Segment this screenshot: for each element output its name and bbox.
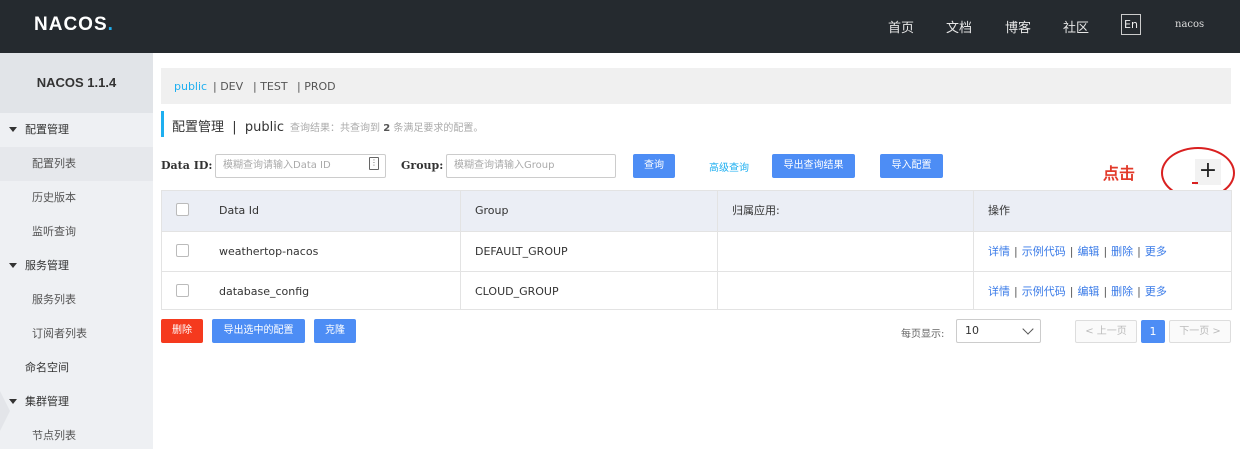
data-id-label: Data ID: (161, 159, 213, 172)
column-header-group[interactable]: Group (475, 191, 509, 230)
prev-page-button[interactable]: < 上一页 (1075, 320, 1137, 343)
language-toggle-button[interactable]: En (1121, 14, 1141, 35)
sidebar-group-cluster[interactable]: 集群管理 (0, 385, 153, 419)
column-header-actions: 操作 (988, 204, 1010, 217)
namespace-bar: public | DEV | TEST | PROD (161, 68, 1231, 104)
sidebar-item-history[interactable]: 历史版本 (0, 181, 153, 215)
column-divider (717, 191, 718, 309)
sidebar-item-subscribers[interactable]: 订阅者列表 (0, 317, 153, 351)
sidebar-group-config[interactable]: 配置管理 (0, 113, 153, 147)
row-checkbox[interactable] (176, 244, 189, 257)
page-title: 配置管理 | public (172, 120, 285, 135)
row-actions: 详情 | 示例代码 | 编辑 | 删除 | 更多 (988, 245, 1167, 258)
tab-public[interactable]: public (174, 80, 207, 93)
page-number-current[interactable]: 1 (1141, 320, 1165, 343)
more-link[interactable]: 更多 (1145, 285, 1167, 298)
nav-home[interactable]: 首页 (888, 17, 914, 36)
caret-down-icon (9, 263, 17, 268)
column-header-app[interactable]: 归属应用: (732, 191, 780, 230)
sidebar: NACOS 1.1.4 配置管理 配置列表 历史版本 监听查询 服务管理 服务列… (0, 53, 153, 449)
sidebar-item-listener-query[interactable]: 监听查询 (0, 215, 153, 249)
annotation-click-text: 点击 (1103, 164, 1136, 183)
row-checkbox[interactable] (176, 284, 189, 297)
chevron-down-icon (1022, 323, 1034, 335)
sidebar-item-service-list[interactable]: 服务列表 (0, 283, 153, 317)
annotation-mark (1192, 182, 1198, 184)
document-icon[interactable]: ⋮ (369, 157, 379, 170)
caret-down-icon (9, 127, 17, 132)
clone-button[interactable]: 克隆 (314, 319, 356, 343)
delete-link[interactable]: 删除 (1111, 245, 1133, 258)
sidebar-item-config-list[interactable]: 配置列表 (0, 147, 153, 181)
title-accent-bar (161, 111, 164, 137)
config-table: Data Id Group 归属应用: 操作 weathertop-nacos … (161, 190, 1232, 310)
sidebar-group-service[interactable]: 服务管理 (0, 249, 153, 283)
page-size-label: 每页显示: (901, 329, 945, 340)
import-config-button[interactable]: 导入配置 (880, 154, 943, 178)
caret-down-icon (9, 399, 17, 404)
nacos-logo[interactable]: NACOS. (34, 14, 114, 36)
table-row: database_config CLOUD_GROUP 详情 | 示例代码 | 编辑 | 删… (162, 271, 1231, 311)
export-selected-button[interactable]: 导出选中的配置 (212, 319, 305, 343)
export-query-button[interactable]: 导出查询结果 (772, 154, 855, 178)
page-size-select[interactable]: 10 (956, 319, 1041, 343)
add-config-button[interactable]: + (1195, 159, 1221, 185)
table-header: Data Id Group 归属应用: 操作 (162, 191, 1231, 231)
edit-link[interactable]: 编辑 (1077, 245, 1099, 258)
tab-prod[interactable]: | PROD (297, 80, 336, 93)
tab-test[interactable]: | TEST (253, 80, 288, 93)
group-input[interactable]: 模糊查询请输入Group (446, 154, 616, 178)
cell-data-id: database_config (219, 285, 310, 298)
sample-code-link[interactable]: 示例代码 (1022, 245, 1066, 258)
column-header-data-id[interactable]: Data Id (219, 191, 259, 230)
detail-link[interactable]: 详情 (988, 285, 1010, 298)
table-row: weathertop-nacos DEFAULT_GROUP 详情 | 示例代码 | 编… (162, 231, 1231, 271)
nav-docs[interactable]: 文档 (946, 17, 972, 36)
advanced-query-link[interactable]: 高级查询 (709, 159, 749, 174)
user-name[interactable]: nacos (1175, 19, 1204, 30)
cell-group: CLOUD_GROUP (475, 285, 559, 298)
top-header: NACOS. 首页 文档 博客 社区 En nacos (0, 0, 1240, 53)
row-actions: 详情 | 示例代码 | 编辑 | 删除 | 更多 (988, 285, 1167, 298)
edit-link[interactable]: 编辑 (1077, 285, 1099, 298)
tab-dev[interactable]: | DEV (213, 80, 243, 93)
next-page-button[interactable]: 下一页 > (1169, 320, 1231, 343)
cell-group: DEFAULT_GROUP (475, 245, 568, 258)
detail-link[interactable]: 详情 (988, 245, 1010, 258)
query-button[interactable]: 查询 (633, 154, 675, 178)
cell-data-id: weathertop-nacos (219, 245, 319, 258)
sidebar-item-node-list[interactable]: 节点列表 (0, 419, 153, 453)
column-divider (460, 191, 461, 309)
data-id-input[interactable]: 模糊查询请输入Data ID (215, 154, 386, 178)
group-label: Group: (401, 159, 444, 172)
column-divider (973, 191, 974, 309)
sidebar-item-namespace[interactable]: 命名空间 (0, 351, 153, 385)
nav-community[interactable]: 社区 (1063, 17, 1089, 36)
delete-link[interactable]: 删除 (1111, 285, 1133, 298)
more-link[interactable]: 更多 (1145, 245, 1167, 258)
query-result-text: 查询结果：共查询到 2 条满足要求的配置。 (290, 123, 484, 134)
select-all-checkbox[interactable] (176, 203, 189, 216)
batch-delete-button[interactable]: 删除 (161, 319, 203, 343)
sample-code-link[interactable]: 示例代码 (1022, 285, 1066, 298)
nav-blog[interactable]: 博客 (1005, 17, 1031, 36)
sidebar-version: NACOS 1.1.4 (0, 53, 153, 113)
